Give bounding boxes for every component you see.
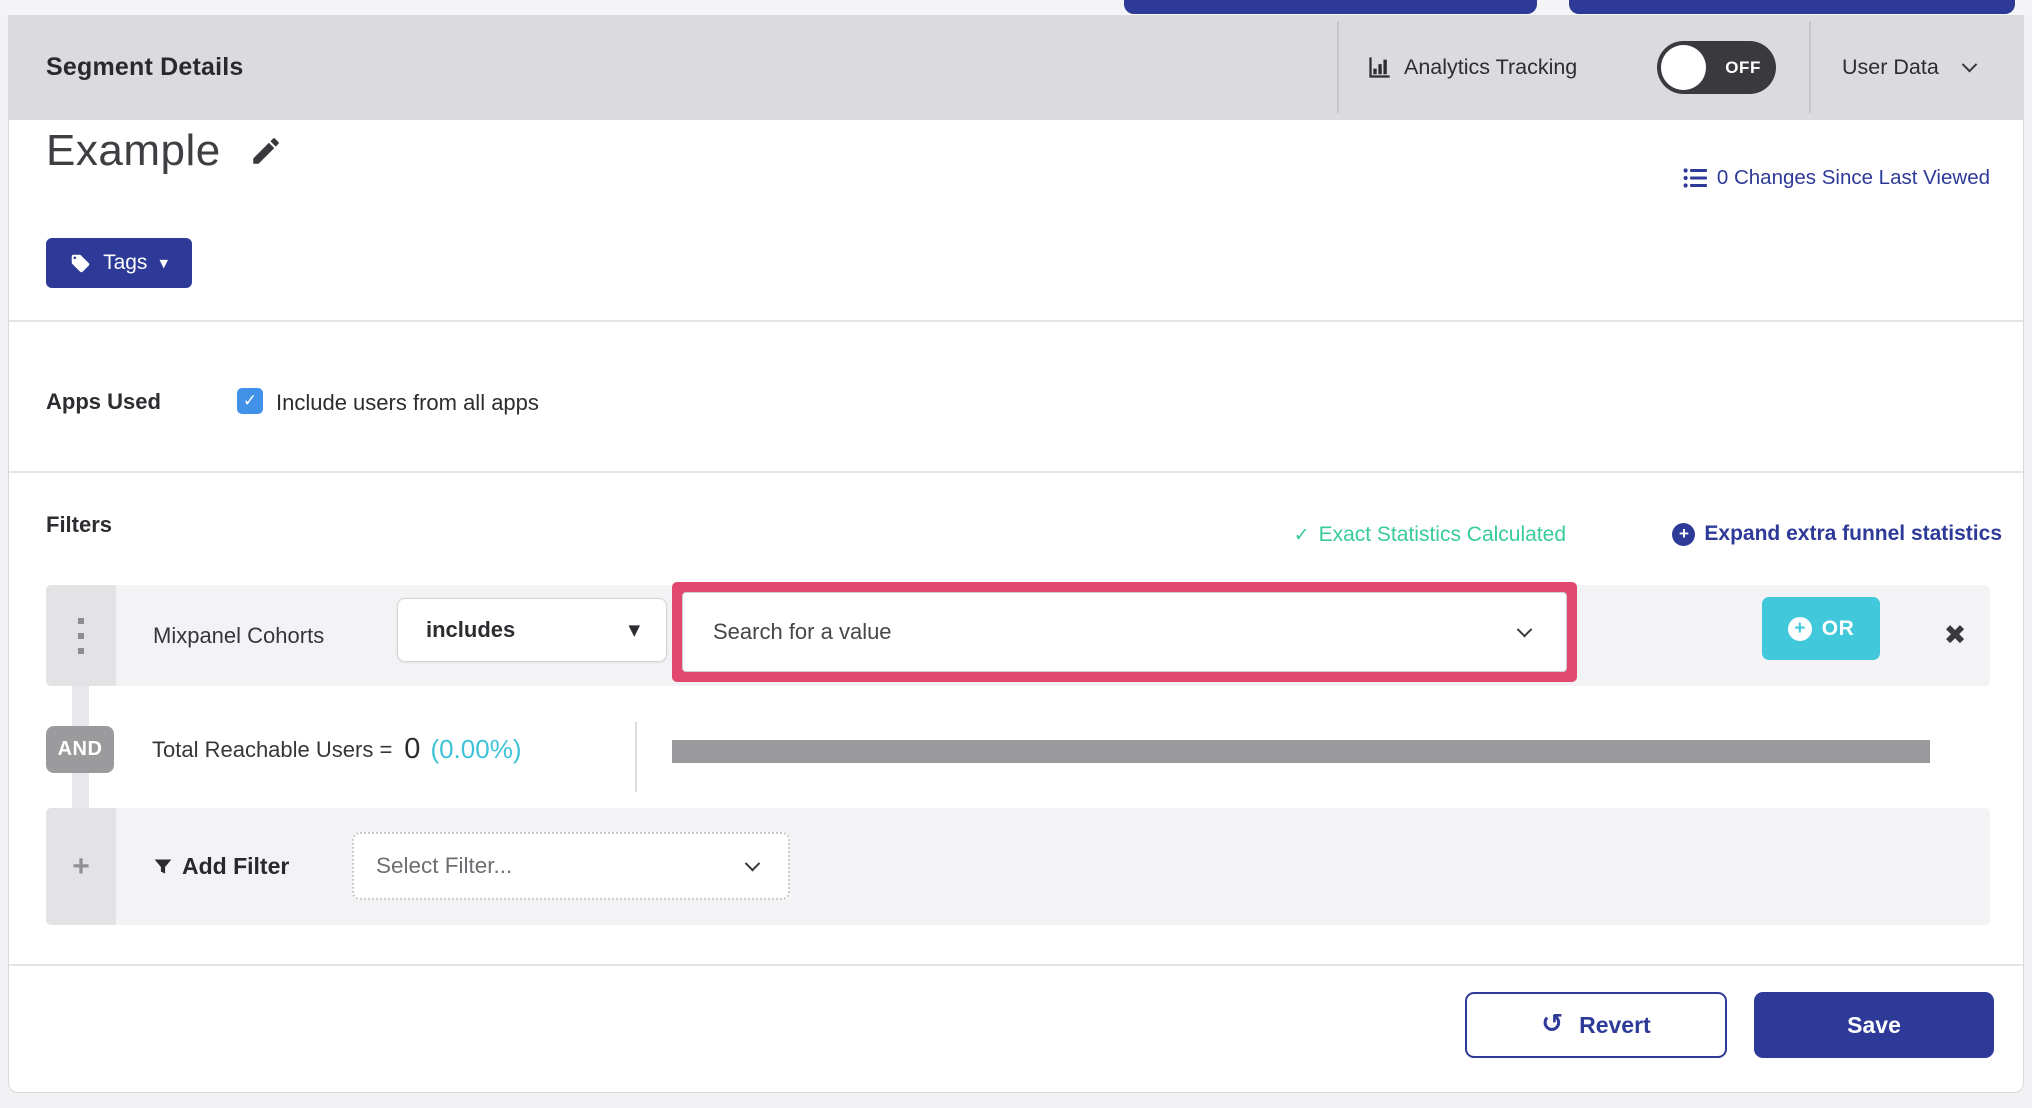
- chevron-down-icon: [744, 855, 761, 871]
- filter-drag-handle[interactable]: [46, 585, 116, 686]
- segment-title-row: Example: [46, 118, 283, 184]
- save-button-label: Save: [1847, 1011, 1901, 1038]
- top-strip: [0, 0, 2032, 15]
- reachable-value: 0: [404, 733, 421, 765]
- select-filter-dropdown[interactable]: Select Filter...: [352, 832, 790, 900]
- edit-name-button[interactable]: [249, 134, 283, 168]
- plus-icon: +: [72, 849, 90, 883]
- analytics-tracking-group: Analytics Tracking: [1366, 15, 1577, 120]
- value-select-highlight: Search for a value: [672, 582, 1577, 682]
- add-filter-handle[interactable]: +: [46, 808, 116, 925]
- or-button-label: OR: [1821, 616, 1855, 640]
- bar-chart-icon: [1369, 57, 1390, 78]
- analytics-toggle[interactable]: OFF: [1657, 41, 1776, 94]
- reachable-label: Total Reachable Users =: [152, 736, 393, 762]
- section-divider: [9, 320, 2023, 322]
- changelog-list-icon: [1683, 168, 1707, 188]
- drag-dot: [78, 617, 84, 624]
- include-all-apps-checkbox[interactable]: ✓: [237, 388, 263, 414]
- save-button[interactable]: Save: [1754, 992, 1994, 1058]
- undo-icon: ↺: [1541, 1008, 1564, 1039]
- chevron-down-icon: [1516, 621, 1533, 637]
- analytics-tracking-label: Analytics Tracking: [1404, 55, 1578, 79]
- tag-icon: [71, 254, 90, 272]
- value-placeholder: Search for a value: [713, 619, 892, 644]
- changes-link-label: 0 Changes Since Last Viewed: [1716, 166, 1990, 189]
- changes-since-last-viewed-link[interactable]: 0 Changes Since Last Viewed: [1683, 160, 1990, 196]
- total-reachable-users: Total Reachable Users = 0 (0.00%): [152, 726, 521, 773]
- user-data-label: User Data: [1842, 55, 1939, 79]
- section-divider: [9, 471, 2023, 473]
- footer-divider: [9, 964, 2023, 966]
- and-badge: AND: [46, 726, 114, 773]
- cut-off-button-right[interactable]: [1569, 0, 2015, 14]
- toggle-state-label: OFF: [1725, 58, 1761, 77]
- filter-row: Mixpanel Cohorts includes ▼ Search for a…: [46, 582, 1990, 686]
- drag-dot: [78, 632, 84, 639]
- revert-button-label: Revert: [1579, 1011, 1651, 1038]
- value-search-dropdown[interactable]: Search for a value: [682, 592, 1567, 672]
- tags-button-label: Tags: [103, 251, 148, 274]
- header-divider: [1809, 21, 1811, 113]
- page-title: Segment Details: [46, 53, 244, 81]
- segment-details-page: Segment Details Analytics Tracking OFF U…: [0, 0, 2032, 1108]
- exact-statistics-status: ✓ Exact Statistics Calculated: [1294, 520, 1566, 550]
- remove-filter-button[interactable]: ✖: [1920, 585, 1990, 686]
- add-filter-group: Add Filter: [153, 808, 289, 925]
- operator-dropdown[interactable]: includes ▼: [397, 598, 667, 662]
- operator-value: includes: [426, 617, 516, 642]
- pencil-icon: [252, 138, 279, 164]
- reachable-percent: (0.00%): [430, 734, 522, 764]
- plus-circle-icon: +: [1672, 522, 1696, 546]
- user-data-dropdown[interactable]: User Data: [1842, 15, 1978, 120]
- add-or-condition-button[interactable]: + OR: [1762, 597, 1880, 660]
- caret-down-icon: ▼: [628, 621, 640, 639]
- apps-used-label: Apps Used: [46, 389, 161, 414]
- check-icon: ✓: [1293, 524, 1310, 546]
- toggle-knob: [1661, 45, 1706, 90]
- plus-circle-icon: +: [1787, 616, 1812, 641]
- caret-down-icon: ▼: [159, 256, 168, 270]
- expand-funnel-statistics-link[interactable]: + Expand extra funnel statistics: [1672, 518, 2002, 550]
- add-filter-label: Add Filter: [182, 853, 290, 879]
- revert-button[interactable]: ↺ Revert: [1465, 992, 1727, 1058]
- cut-off-button-left[interactable]: [1124, 0, 1537, 14]
- header-divider: [1337, 21, 1339, 113]
- reachable-users-progress-bar: [672, 740, 1930, 763]
- checkmark-icon: ✓: [242, 391, 258, 411]
- select-filter-placeholder: Select Filter...: [376, 853, 513, 878]
- exact-statistics-label: Exact Statistics Calculated: [1318, 523, 1566, 546]
- close-icon: ✖: [1943, 620, 1967, 651]
- include-all-apps-label: Include users from all apps: [276, 390, 539, 415]
- add-filter-row: + Add Filter Select Filter...: [46, 808, 1990, 925]
- tags-button[interactable]: Tags ▼: [46, 238, 192, 288]
- filter-field-label: Mixpanel Cohorts: [153, 623, 325, 648]
- filters-heading: Filters: [46, 512, 113, 537]
- segment-name: Example: [46, 126, 221, 175]
- expand-link-label: Expand extra funnel statistics: [1704, 522, 2002, 545]
- funnel-filter-icon: [154, 859, 172, 874]
- vertical-divider: [635, 722, 637, 792]
- chevron-down-icon: [1961, 56, 1978, 73]
- drag-dot: [78, 647, 84, 654]
